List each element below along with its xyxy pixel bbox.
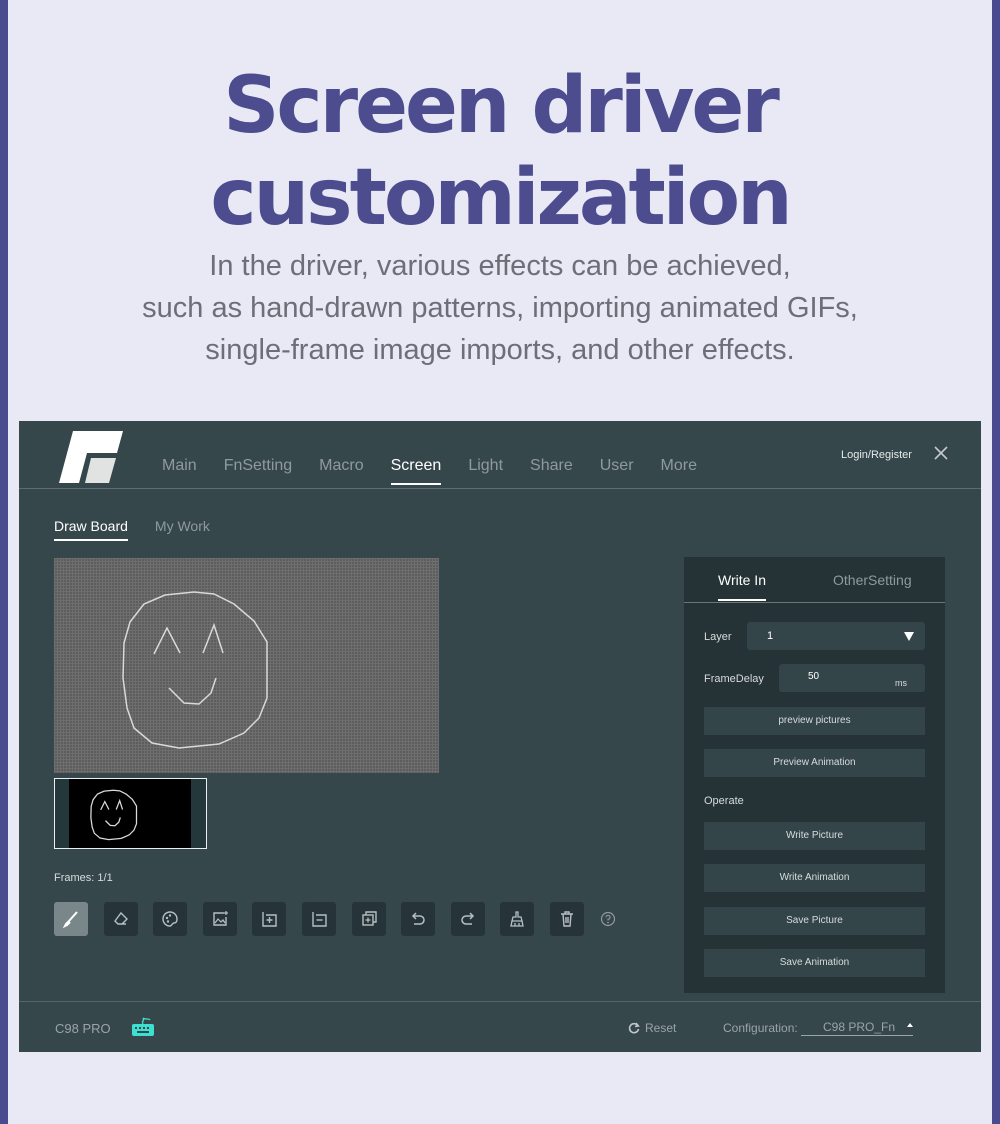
promo-headline: Screen driver customization (0, 60, 1000, 244)
nav-fnsetting[interactable]: FnSetting (224, 457, 292, 485)
write-animation-button[interactable]: Write Animation (704, 864, 925, 892)
subtitle-line-3: single-frame image imports, and other ef… (205, 334, 795, 366)
remove-frame-button[interactable] (301, 902, 336, 936)
drawing-smiley (122, 591, 268, 749)
layer-label: Layer (704, 631, 732, 643)
reset-label: Reset (645, 1021, 677, 1035)
frame-thumbnail[interactable] (54, 778, 207, 849)
nav-user[interactable]: User (600, 457, 634, 485)
device-name: C98 PRO (55, 1021, 111, 1036)
undo-button[interactable] (401, 902, 436, 936)
palette-icon (162, 911, 178, 927)
tab-other-setting[interactable]: OtherSetting (833, 572, 912, 600)
frames-counter: Frames: 1/1 (54, 872, 113, 884)
nav-screen[interactable]: Screen (390, 457, 441, 485)
main-nav: Main FnSetting Macro Screen Light Share … (162, 457, 724, 485)
frame-delay-value: 50 (808, 671, 820, 682)
clear-canvas-button[interactable] (500, 902, 535, 936)
eraser-tool-button[interactable] (103, 902, 138, 936)
save-animation-button[interactable]: Save Animation (704, 949, 925, 977)
configuration-select[interactable]: C98 PRO_Fn (801, 1018, 913, 1036)
headline-line-2: customization (210, 153, 792, 243)
preview-animation-button[interactable]: Preview Animation (704, 749, 925, 777)
eraser-icon (113, 911, 128, 925)
brush-tool-button[interactable] (54, 902, 88, 936)
chevron-down-icon (904, 632, 914, 641)
import-image-button[interactable] (202, 902, 237, 936)
copy-frame-icon (361, 911, 377, 926)
nav-more[interactable]: More (661, 457, 697, 485)
driver-app-window: Main FnSetting Macro Screen Light Share … (19, 421, 981, 1052)
frame-delay-input[interactable]: 50 ms (779, 664, 925, 692)
thumbnail-preview (69, 779, 191, 848)
layer-value: 1 (767, 630, 774, 642)
frame-delay-label: FrameDelay (704, 673, 764, 685)
nav-light[interactable]: Light (468, 457, 503, 485)
subtitle-line-1: In the driver, various effects can be ac… (209, 250, 791, 282)
nav-share[interactable]: Share (530, 457, 573, 485)
import-image-icon (213, 911, 228, 926)
top-bar: Main FnSetting Macro Screen Light Share … (19, 421, 981, 489)
save-picture-button[interactable]: Save Picture (704, 907, 925, 935)
reset-button[interactable]: Reset (628, 1021, 676, 1035)
subtab-draw-board[interactable]: Draw Board (54, 518, 128, 541)
operate-label: Operate (704, 795, 744, 807)
write-picture-button[interactable]: Write Picture (704, 822, 925, 850)
copy-frame-button[interactable] (351, 902, 386, 936)
caret-up-icon (907, 1023, 913, 1027)
add-frame-icon (262, 912, 278, 927)
headline-line-1: Screen driver (223, 61, 780, 151)
palette-tool-button[interactable] (153, 902, 188, 936)
undo-icon (412, 912, 425, 925)
login-register-link[interactable]: Login/Register (841, 449, 912, 461)
brush-icon (62, 911, 78, 928)
remove-frame-icon (312, 912, 327, 927)
frame-delay-unit: ms (895, 678, 907, 688)
draw-board-canvas[interactable] (54, 558, 439, 773)
clear-brush-icon (510, 911, 525, 927)
configuration-label: Configuration: (723, 1021, 798, 1035)
redo-button[interactable] (450, 902, 485, 936)
close-icon[interactable] (933, 445, 949, 461)
screen-subtabs: Draw Board My Work (54, 518, 237, 541)
panel-tabs: Write In OtherSetting (684, 557, 945, 603)
promo-subtitle: In the driver, various effects can be ac… (0, 245, 1000, 371)
refresh-icon (628, 1022, 640, 1034)
tab-write-in[interactable]: Write In (718, 572, 766, 601)
nav-main[interactable]: Main (162, 457, 197, 485)
redo-icon (461, 912, 474, 925)
thumbnail-smiley (90, 789, 138, 841)
configuration-value: C98 PRO_Fn (823, 1020, 896, 1034)
nav-macro[interactable]: Macro (319, 457, 363, 485)
layer-select[interactable]: 1 (747, 622, 925, 650)
draw-toolbar (54, 902, 616, 936)
trash-icon (560, 911, 573, 927)
delete-button[interactable] (549, 902, 584, 936)
subtitle-line-2: such as hand-drawn patterns, importing a… (142, 292, 858, 324)
write-in-panel: Write In OtherSetting Layer 1 FrameDelay… (684, 557, 945, 993)
add-frame-button[interactable] (252, 902, 287, 936)
subtab-my-work[interactable]: My Work (155, 518, 210, 541)
preview-pictures-button[interactable]: preview pictures (704, 707, 925, 735)
footer-divider (19, 1001, 981, 1002)
keyboard-icon[interactable] (131, 1017, 155, 1037)
help-icon[interactable] (600, 911, 616, 927)
brand-logo-icon (59, 431, 123, 483)
